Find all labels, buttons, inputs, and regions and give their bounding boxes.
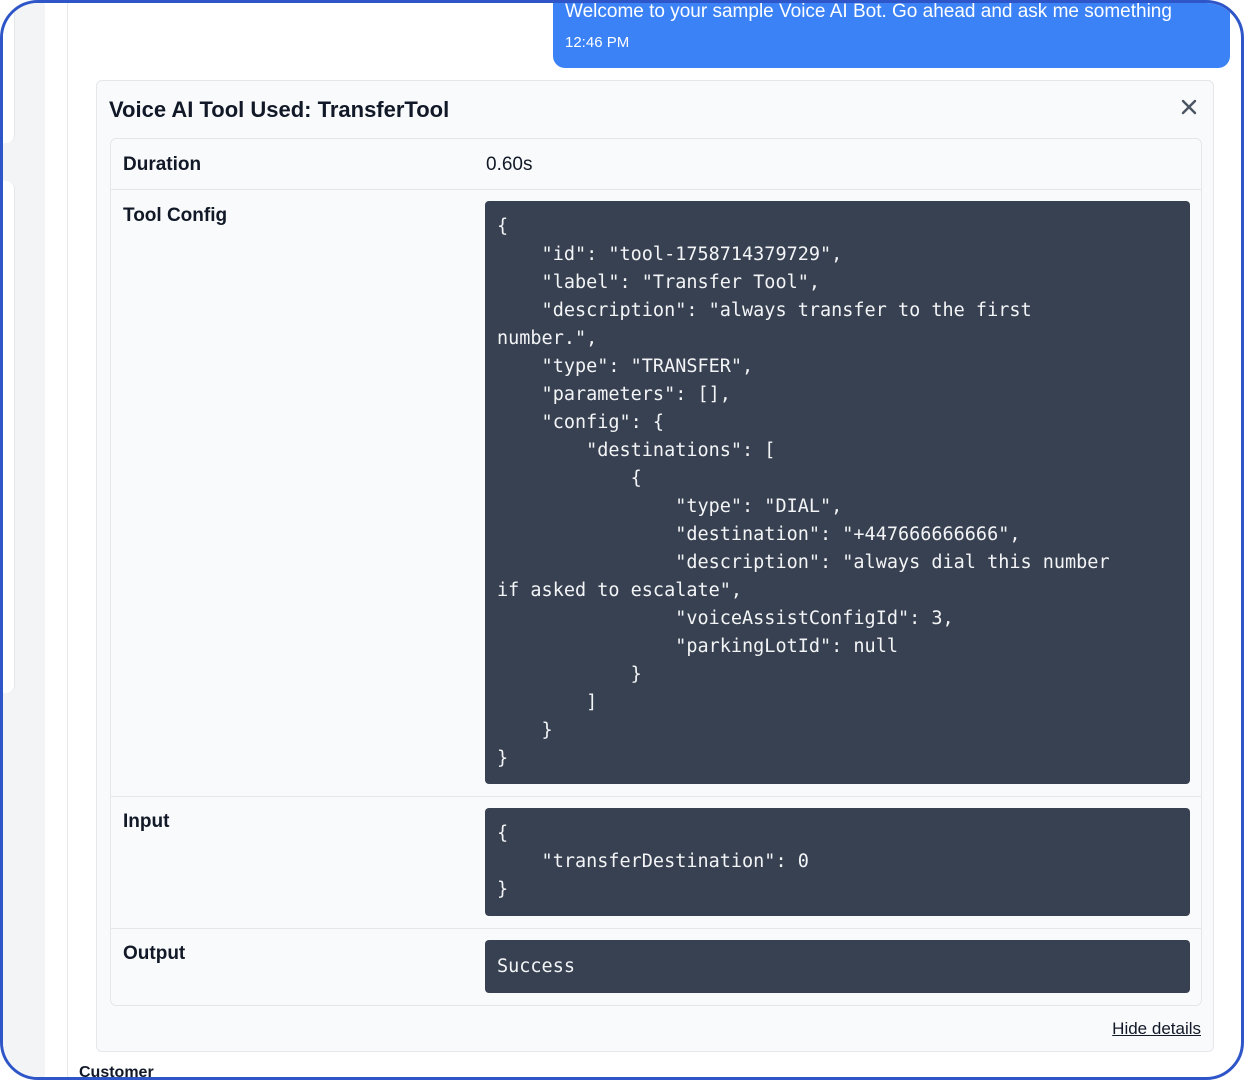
tool-config-code: { "id": "tool-1758714379729", "label": "… (485, 201, 1190, 784)
bot-message-text: Welcome to your sample Voice AI Bot. Go … (565, 1, 1172, 22)
content-divider (67, 3, 68, 1077)
duration-row: Duration 0.60s (111, 139, 1201, 190)
sidebar-panel-top (3, 3, 15, 143)
bot-message-time: 12:46 PM (565, 34, 630, 51)
output-row: Output Success (111, 929, 1201, 1005)
close-button[interactable] (1177, 95, 1201, 119)
tool-config-label: Tool Config (123, 205, 228, 226)
output-code: Success (485, 940, 1190, 993)
input-label: Input (123, 811, 170, 832)
input-row: Input { "transferDestination": 0 } (111, 797, 1201, 929)
sidebar-panel-middle (3, 181, 15, 693)
tool-card-title: Voice AI Tool Used: TransferTool (109, 97, 450, 122)
input-code: { "transferDestination": 0 } (485, 808, 1190, 916)
output-label: Output (123, 943, 186, 964)
app-frame: Welcome to your sample Voice AI Bot. Go … (0, 0, 1244, 1080)
tool-used-card: Voice AI Tool Used: TransferTool Duratio… (96, 80, 1214, 1052)
tool-details-table: Duration 0.60s Tool Config { "id": "tool… (110, 138, 1202, 1006)
tool-config-row: Tool Config { "id": "tool-1758714379729"… (111, 190, 1201, 797)
hide-details-link[interactable]: Hide details (1112, 1019, 1201, 1039)
left-sidebar (3, 3, 45, 1077)
customer-sender-label: Customer (79, 1064, 154, 1080)
bot-message-bubble: Welcome to your sample Voice AI Bot. Go … (553, 1, 1230, 68)
close-icon (1181, 99, 1197, 115)
duration-value: 0.60s (486, 154, 533, 175)
duration-label: Duration (123, 154, 202, 175)
